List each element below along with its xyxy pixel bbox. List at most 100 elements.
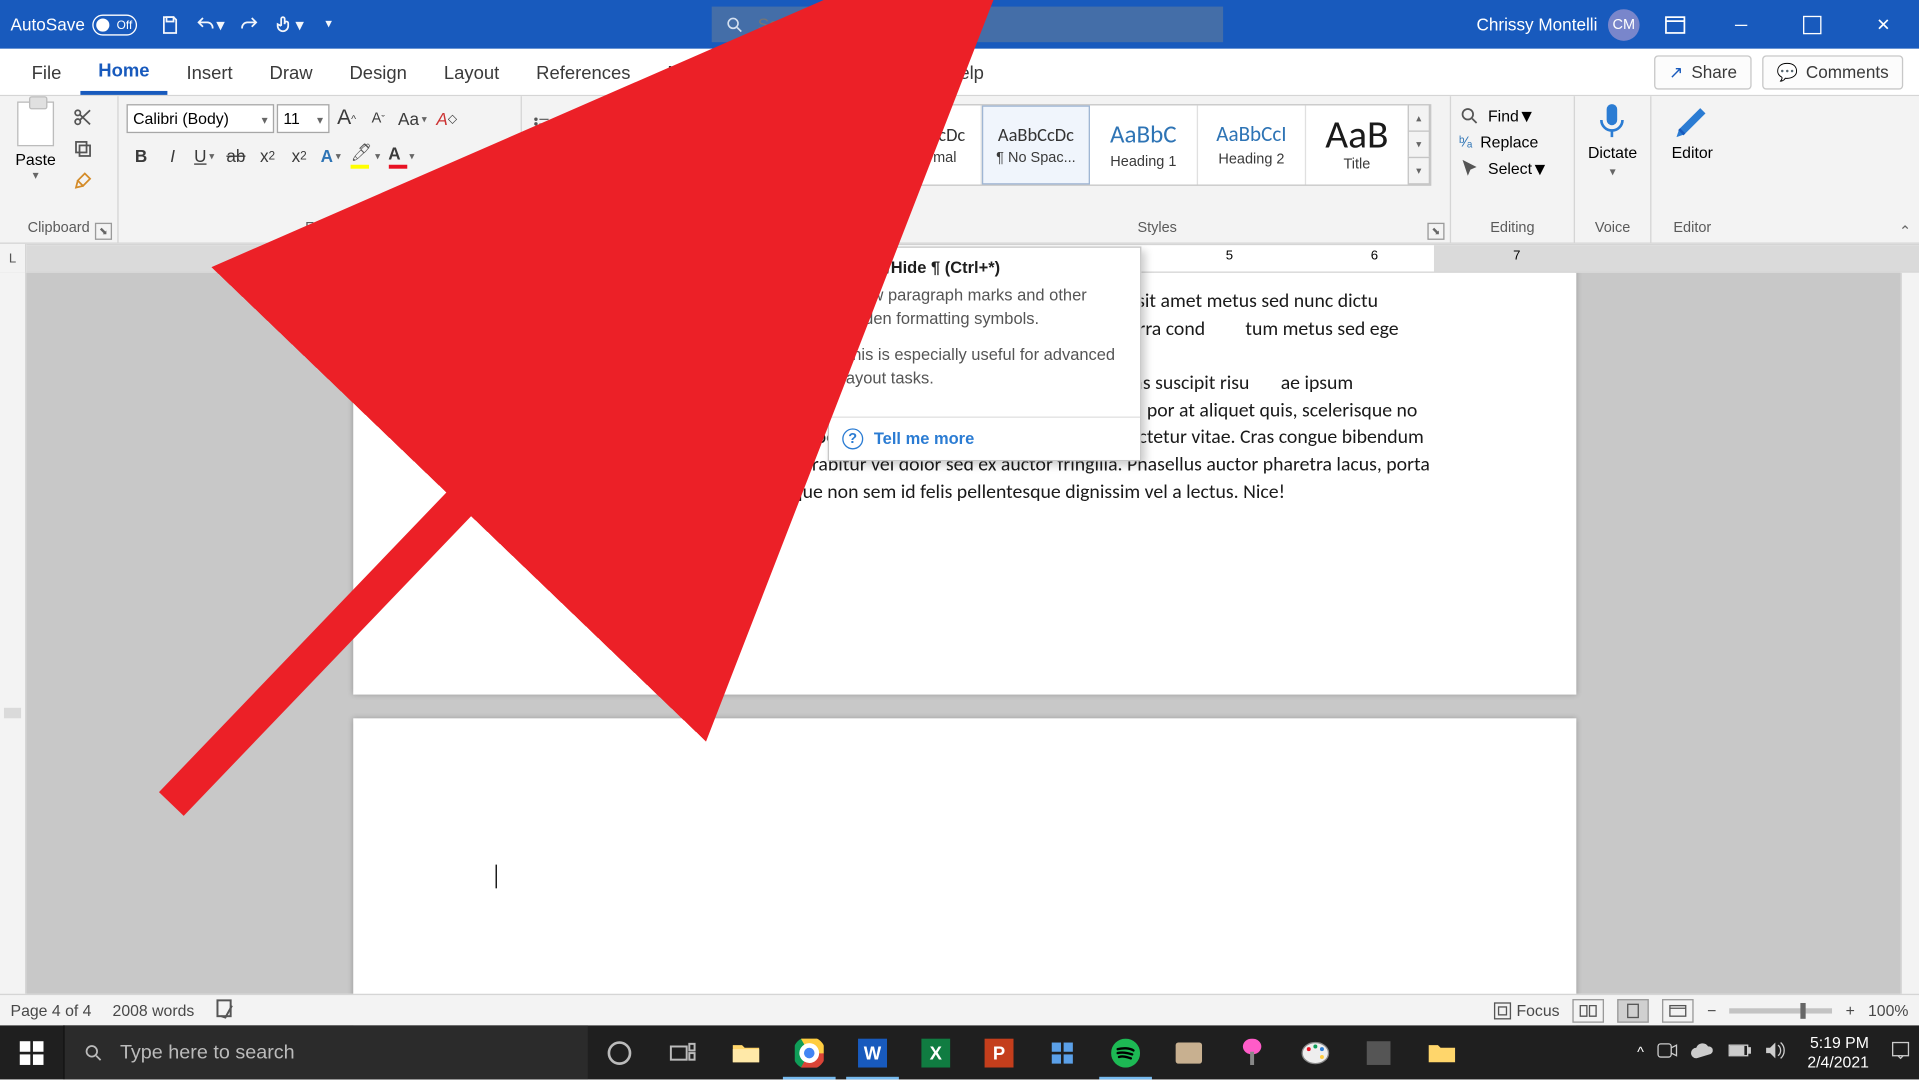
gallery-scroll[interactable]: ▴▾▾: [1409, 105, 1430, 184]
tab-selector[interactable]: L: [0, 244, 26, 273]
style-heading-1[interactable]: AaBbCHeading 1: [1090, 105, 1198, 184]
start-button[interactable]: [0, 1025, 63, 1079]
folder-icon[interactable]: [1410, 1025, 1473, 1079]
align-center-button[interactable]: [561, 152, 590, 181]
vertical-scrollbar[interactable]: [1901, 273, 1919, 1041]
format-painter-button[interactable]: [66, 166, 100, 195]
read-mode-button[interactable]: [1573, 998, 1605, 1022]
paste-button[interactable]: Paste ▾: [8, 99, 63, 183]
volume-icon[interactable]: [1765, 1041, 1786, 1063]
zoom-in-button[interactable]: +: [1846, 1001, 1855, 1019]
shading-button[interactable]: 🪣▾: [688, 152, 723, 181]
style-normal[interactable]: AaBbCcDc¶ Normal: [874, 105, 982, 184]
page-number[interactable]: Page 4 of 4: [11, 1001, 92, 1019]
focus-mode-button[interactable]: Focus: [1493, 1001, 1560, 1019]
font-launcher[interactable]: ⬊: [498, 223, 515, 240]
zoom-level[interactable]: 100%: [1868, 1001, 1908, 1019]
styles-launcher[interactable]: ⬊: [1427, 223, 1444, 240]
paint3d-icon[interactable]: [1220, 1025, 1283, 1079]
numbering-button[interactable]: 123▾: [564, 109, 596, 138]
word-count[interactable]: 2008 words: [113, 1001, 195, 1019]
zoom-slider[interactable]: [1730, 1008, 1833, 1013]
tab-help[interactable]: Help: [928, 49, 1003, 95]
save-icon[interactable]: [153, 6, 187, 43]
tab-draw[interactable]: Draw: [251, 49, 331, 95]
meet-now-icon[interactable]: [1657, 1041, 1678, 1063]
tell-me-more-link[interactable]: Tell me more: [874, 430, 974, 448]
paragraph-launcher[interactable]: ⬊: [841, 223, 858, 240]
tab-references[interactable]: References: [518, 49, 649, 95]
decrease-indent-button[interactable]: [633, 109, 662, 138]
app-generic-icon[interactable]: [1157, 1025, 1220, 1079]
undo-button[interactable]: ▾: [193, 6, 227, 43]
print-layout-button[interactable]: [1618, 998, 1650, 1022]
clock[interactable]: 5:19 PM 2/4/2021: [1799, 1033, 1876, 1071]
search-box[interactable]: [712, 7, 1223, 43]
line-spacing-button[interactable]: ↕≡▾: [656, 152, 685, 181]
style-title[interactable]: AaBTitle: [1306, 105, 1409, 184]
mspaint-icon[interactable]: [1284, 1025, 1347, 1079]
tab-insert[interactable]: Insert: [168, 49, 251, 95]
highlight-button[interactable]: 🖊▾: [348, 141, 383, 170]
file-explorer-icon[interactable]: [714, 1025, 777, 1079]
chrome-icon[interactable]: [778, 1025, 841, 1079]
bold-button[interactable]: B: [127, 141, 156, 170]
notifications-icon[interactable]: [1890, 1040, 1911, 1065]
tab-review[interactable]: Review: [754, 49, 851, 95]
comments-button[interactable]: 💬Comments: [1762, 55, 1903, 89]
change-case-button[interactable]: Aa▾: [395, 104, 429, 133]
editor-button[interactable]: [1673, 101, 1713, 141]
web-layout-button[interactable]: [1662, 998, 1694, 1022]
subscript-button[interactable]: x2: [253, 141, 282, 170]
tab-mailings[interactable]: Mailings: [649, 49, 754, 95]
italic-button[interactable]: I: [158, 141, 187, 170]
text-effects-button[interactable]: A▾: [316, 141, 345, 170]
multilevel-list-button[interactable]: ▾: [598, 109, 630, 138]
tab-home[interactable]: Home: [80, 49, 168, 95]
ribbon-options-button[interactable]: [1650, 0, 1700, 49]
replace-button[interactable]: ᵇ⁄ₐReplace: [1459, 133, 1545, 151]
grow-font-button[interactable]: A^: [332, 104, 361, 133]
task-view-icon[interactable]: [651, 1025, 714, 1079]
system-tray[interactable]: ^ 5:19 PM 2/4/2021: [1637, 1033, 1919, 1071]
touch-mode-button[interactable]: ▾: [272, 6, 306, 43]
style-heading-2[interactable]: AaBbCcIHeading 2: [1198, 105, 1306, 184]
font-color-button[interactable]: A▾: [386, 141, 418, 170]
borders-button[interactable]: ▾: [725, 152, 754, 181]
qat-customize-button[interactable]: ▾: [312, 6, 346, 43]
style-no-spacing[interactable]: AaBbCcDc¶ No Spac...: [982, 105, 1090, 184]
shrink-font-button[interactable]: Aˇ: [364, 104, 393, 133]
app-dark-icon[interactable]: [1347, 1025, 1410, 1079]
taskbar-search[interactable]: Type here to search: [63, 1025, 588, 1079]
share-button[interactable]: ↗Share: [1655, 55, 1752, 89]
word-icon[interactable]: W: [841, 1025, 904, 1079]
cut-button[interactable]: [66, 103, 100, 132]
tray-expand-icon[interactable]: ^: [1637, 1045, 1644, 1061]
onedrive-icon[interactable]: [1691, 1043, 1715, 1063]
cortana-icon[interactable]: [588, 1025, 651, 1079]
search-input[interactable]: [758, 14, 1210, 34]
battery-icon[interactable]: [1728, 1044, 1752, 1061]
align-left-button[interactable]: [530, 152, 559, 181]
underline-button[interactable]: U▾: [190, 141, 219, 170]
font-name-combo[interactable]: Calibri (Body): [127, 104, 275, 133]
increase-indent-button[interactable]: [664, 109, 693, 138]
minimize-button[interactable]: ─: [1711, 0, 1772, 49]
expand-gallery-icon[interactable]: ▾: [1408, 157, 1430, 185]
align-right-button[interactable]: [593, 152, 622, 181]
redo-button[interactable]: [232, 6, 266, 43]
scroll-down-icon[interactable]: ▾: [1408, 130, 1430, 158]
maximize-button[interactable]: [1782, 0, 1843, 49]
bullets-button[interactable]: ▾: [530, 109, 562, 138]
autosave-toggle[interactable]: AutoSave Off: [11, 14, 138, 35]
excel-icon[interactable]: X: [904, 1025, 967, 1079]
user-account[interactable]: Chrissy Montelli CM: [1476, 9, 1639, 41]
copy-button[interactable]: [66, 134, 100, 163]
collapse-ribbon-button[interactable]: ⌃: [1899, 223, 1911, 240]
clipboard-launcher[interactable]: ⬊: [95, 223, 112, 240]
tab-file[interactable]: File: [13, 49, 80, 95]
font-size-combo[interactable]: 11: [277, 104, 330, 133]
toggle-switch-icon[interactable]: Off: [93, 14, 138, 35]
strikethrough-button[interactable]: ab: [221, 141, 250, 170]
show-hide-paragraph-button[interactable]: ¶: [728, 104, 773, 144]
